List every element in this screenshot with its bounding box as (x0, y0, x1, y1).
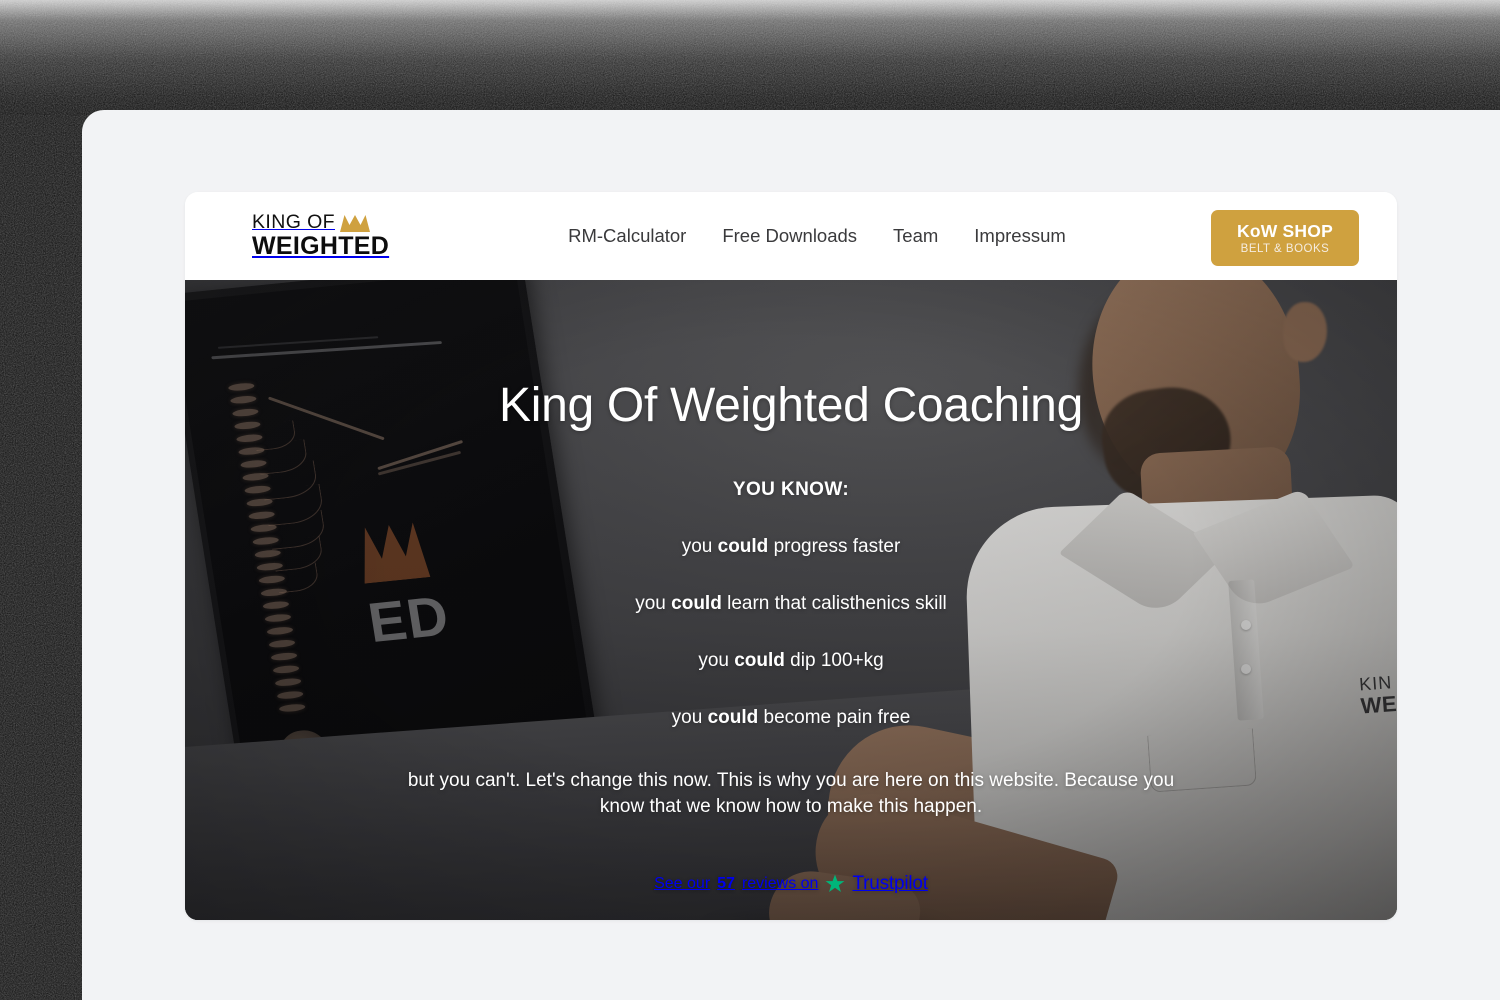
screenshot-root: KING OF WEIGHTED RM-Calculator Free Down… (0, 0, 1500, 1000)
hero-bullet-4: you could become pain free (672, 707, 911, 729)
hero-bullet-1-post: progress faster (768, 535, 901, 557)
star-icon (826, 874, 845, 892)
crown-icon (339, 215, 370, 233)
logo-top-row: KING OF (252, 210, 389, 233)
logo-text-king-of: KING OF (252, 210, 335, 233)
hero-paragraph: but you can't. Let's change this now. Th… (407, 769, 1175, 817)
kow-shop-button[interactable]: KoW SHOP BELT & BOOKS (1211, 210, 1359, 266)
shop-button-primary-label: KoW SHOP (1237, 221, 1333, 241)
hero-kicker: YOU KNOW: (732, 478, 850, 500)
logo-text-weighted: WEIGHTED (252, 232, 390, 261)
hero-bullet-3-pre: you (698, 649, 735, 671)
hero-title: King Of Weighted Coaching (499, 379, 1083, 432)
hero-bullet-4-pre: you (671, 706, 708, 728)
hero-bullet-1: you could progress faster (682, 536, 901, 558)
shop-button-secondary-label: BELT & BOOKS (1240, 243, 1330, 255)
website-card: KING OF WEIGHTED RM-Calculator Free Down… (185, 192, 1397, 920)
hero-bullet-3-strong: could (734, 649, 785, 671)
hero-bullet-2-post: learn that calisthenics skill (721, 592, 947, 614)
site-logo[interactable]: KING OF WEIGHTED (252, 210, 390, 261)
trustpilot-suffix: reviews on (741, 874, 819, 892)
hero-section: ED (185, 280, 1397, 920)
hero-bullet-2-pre: you (635, 592, 672, 614)
page-surface: KING OF WEIGHTED RM-Calculator Free Down… (82, 110, 1500, 1000)
hero-bullet-2-strong: could (671, 592, 722, 614)
nav-item-impressum[interactable]: Impressum (974, 225, 1066, 247)
trustpilot-brand-name: Trustpilot (852, 872, 928, 894)
hero-bullet-1-pre: you (681, 535, 718, 557)
site-header: KING OF WEIGHTED RM-Calculator Free Down… (185, 192, 1397, 280)
trustpilot-review-count: 57 (717, 874, 735, 892)
hero-bullet-3-post: dip 100+kg (784, 649, 884, 671)
nav-item-team[interactable]: Team (893, 225, 938, 247)
hero-bullet-4-strong: could (707, 706, 759, 728)
hero-bullet-3: you could dip 100+kg (698, 650, 883, 672)
nav-item-rm-calculator[interactable]: RM-Calculator (568, 225, 686, 247)
hero-bullet-2: you could learn that calisthenics skill (635, 593, 947, 615)
trustpilot-prefix: See our (654, 874, 711, 892)
trustpilot-reviews-link[interactable]: See our 57 reviews on Trustpilot (654, 873, 928, 895)
nav-item-free-downloads[interactable]: Free Downloads (722, 225, 857, 247)
hero-bullet-1-strong: could (717, 535, 769, 557)
hero-copy: King Of Weighted Coaching YOU KNOW: you … (185, 280, 1397, 920)
main-navigation: RM-Calculator Free Downloads Team Impres… (568, 225, 1066, 247)
hero-bullet-4-post: become pain free (758, 706, 911, 728)
